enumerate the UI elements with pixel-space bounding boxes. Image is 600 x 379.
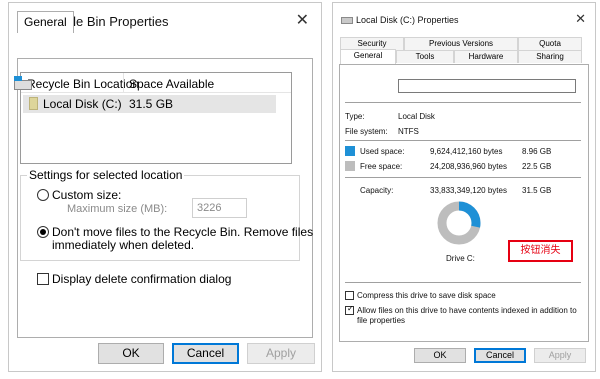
list-item[interactable]: Local Disk (C:) 31.5 GB: [23, 95, 276, 113]
free-space-gb: 22.5 GB: [522, 162, 552, 171]
annotation-box: 按钮消失: [508, 240, 573, 262]
drive-icon: [29, 97, 38, 110]
used-space-swatch: [345, 146, 355, 156]
tab-general[interactable]: General: [17, 11, 74, 33]
display-confirm-label: Display delete confirmation dialog: [52, 272, 232, 286]
index-label-line2: file properties: [357, 316, 406, 325]
tab-hardware[interactable]: Hardware: [454, 50, 518, 63]
cancel-button[interactable]: Cancel: [474, 348, 526, 363]
drive-icon: [14, 76, 32, 90]
window-title: Local Disk (C:) Properties: [356, 15, 459, 25]
disk-usage-donut: [437, 201, 481, 245]
display-confirm-checkbox[interactable]: [37, 273, 49, 285]
index-label-line1: Allow files on this drive to have conten…: [357, 306, 577, 315]
drive-label: Drive C:: [446, 254, 475, 263]
tab-previous-versions[interactable]: Previous Versions: [404, 37, 518, 50]
close-icon[interactable]: ✕: [296, 10, 309, 30]
max-size-input[interactable]: 3226: [192, 198, 247, 218]
file-system-label: File system:: [345, 127, 388, 136]
space-cell: 31.5 GB: [129, 97, 174, 111]
tab-sharing[interactable]: Sharing: [518, 50, 582, 63]
divider: [345, 177, 581, 178]
custom-size-radio[interactable]: [37, 189, 49, 201]
divider: [345, 282, 581, 283]
free-space-label: Free space:: [360, 162, 403, 171]
dont-move-label-line2: immediately when deleted.: [52, 238, 195, 252]
tab-quota[interactable]: Quota: [518, 37, 582, 50]
apply-button: Apply: [534, 348, 586, 363]
capacity-label: Capacity:: [360, 186, 394, 195]
free-space-bytes: 24,208,936,960 bytes: [430, 162, 507, 171]
tab-tools[interactable]: Tools: [396, 50, 454, 63]
index-checkbox[interactable]: ✓: [345, 304, 354, 315]
max-size-label: Maximum size (MB):: [67, 203, 168, 215]
type-label: Type:: [345, 112, 365, 121]
close-icon[interactable]: ✕: [575, 11, 586, 27]
divider: [345, 140, 581, 141]
location-cell: Local Disk (C:): [43, 97, 122, 111]
groupbox-label: Settings for selected location: [27, 168, 185, 182]
recycle-bin-location-list[interactable]: Recycle Bin Location Space Available Loc…: [20, 72, 292, 164]
free-space-swatch: [345, 161, 355, 171]
used-space-label: Used space:: [360, 147, 405, 156]
ok-button[interactable]: OK: [414, 348, 466, 363]
drive-name-input[interactable]: [398, 79, 576, 93]
dont-move-radio[interactable]: [37, 226, 49, 238]
list-header: Recycle Bin Location Space Available: [21, 73, 291, 93]
custom-size-label: Custom size:: [52, 188, 122, 202]
type-value: Local Disk: [398, 112, 435, 121]
divider: [345, 102, 581, 103]
compress-label: Compress this drive to save disk space: [357, 291, 496, 300]
cancel-button[interactable]: Cancel: [172, 343, 239, 364]
file-system-value: NTFS: [398, 127, 419, 136]
capacity-bytes: 33,833,349,120 bytes: [430, 186, 507, 195]
apply-button: Apply: [247, 343, 315, 364]
dont-move-label-line1: Don't move files to the Recycle Bin. Rem…: [52, 225, 314, 239]
ok-button[interactable]: OK: [98, 343, 164, 364]
column-separator[interactable]: [123, 73, 124, 93]
capacity-gb: 31.5 GB: [522, 186, 552, 195]
tab-general[interactable]: General: [340, 49, 396, 64]
drive-icon: [341, 17, 353, 24]
used-space-gb: 8.96 GB: [522, 147, 552, 156]
used-space-bytes: 9,624,412,160 bytes: [430, 147, 503, 156]
column-header-space[interactable]: Space Available: [129, 77, 214, 91]
compress-checkbox[interactable]: [345, 291, 354, 300]
